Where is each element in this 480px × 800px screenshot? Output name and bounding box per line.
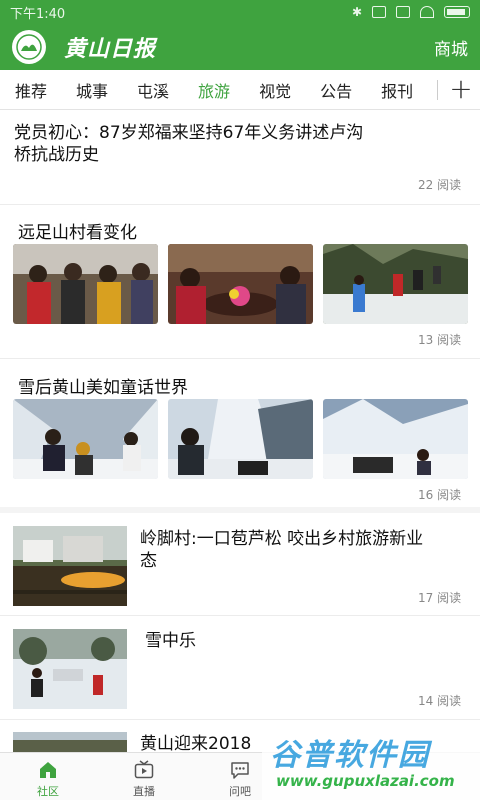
- tab-divider: [437, 80, 438, 100]
- home-icon: [40, 762, 56, 778]
- watermark: 谷普软件园 www.gupuxlazai.com: [262, 724, 480, 800]
- battery-icon: [444, 6, 470, 18]
- article-image[interactable]: [168, 399, 313, 479]
- nav-label: 社区: [37, 785, 59, 798]
- article-image[interactable]: [13, 526, 127, 606]
- article-image[interactable]: [168, 244, 313, 324]
- article-image[interactable]: [13, 732, 127, 752]
- logo-icon: [16, 34, 42, 60]
- status-icons: ✱: [352, 6, 470, 18]
- tab-travel[interactable]: 旅游: [183, 78, 230, 102]
- nav-label: 直播: [133, 785, 155, 798]
- tab-newspaper[interactable]: 报刊: [366, 78, 413, 102]
- read-count: 16 阅读: [418, 488, 462, 502]
- watermark-url: www.gupuxlazai.com: [276, 772, 455, 790]
- tab-visual[interactable]: 视觉: [244, 78, 291, 102]
- category-tabs: 推荐 城事 屯溪 旅游 视觉 公告 报刊 +: [0, 70, 480, 110]
- article-image[interactable]: [323, 399, 468, 479]
- no-sim-icon: [396, 6, 410, 18]
- tab-city[interactable]: 城事: [61, 78, 108, 102]
- bluetooth-icon: ✱: [351, 5, 362, 19]
- divider: [0, 507, 480, 513]
- status-bar: 下午1:40 ✱: [0, 0, 480, 24]
- divider: [0, 358, 480, 359]
- read-count: 17 阅读: [418, 591, 462, 605]
- read-count: 14 阅读: [418, 694, 462, 708]
- tab-tunxi[interactable]: 屯溪: [122, 78, 169, 102]
- article-title[interactable]: 雪中乐: [145, 630, 445, 652]
- add-tab-icon[interactable]: +: [447, 74, 475, 104]
- status-time: 下午1:40: [10, 6, 66, 22]
- article-image[interactable]: [13, 244, 158, 324]
- watermark-logo: 谷普软件园: [270, 738, 430, 773]
- nav-label: 问吧: [229, 785, 251, 798]
- read-count: 13 阅读: [418, 333, 462, 347]
- article-title[interactable]: 岭脚村:一口苞芦松 咬出乡村旅游新业态: [140, 528, 440, 572]
- nav-ask[interactable]: 问吧: [210, 759, 270, 799]
- article-image[interactable]: [323, 244, 468, 324]
- mall-link[interactable]: 商城: [434, 35, 468, 60]
- article-title[interactable]: 雪后黄山美如童话世界: [18, 373, 188, 398]
- article-title[interactable]: 党员初心：87岁郑福来坚持67年义务讲述卢沟桥抗战历史: [14, 122, 374, 166]
- app-header: 黄山日报 商城: [0, 24, 480, 70]
- article-image[interactable]: [13, 399, 158, 479]
- tab-recommend[interactable]: 推荐: [0, 78, 47, 102]
- app-title: 黄山日报: [64, 36, 157, 62]
- read-count: 22 阅读: [418, 178, 462, 192]
- nav-community[interactable]: 社区: [18, 759, 78, 799]
- mute-icon: [372, 6, 386, 18]
- divider: [0, 615, 480, 616]
- tab-notice[interactable]: 公告: [305, 78, 352, 102]
- divider: [0, 719, 480, 720]
- article-image[interactable]: [13, 629, 127, 709]
- wifi-icon: [420, 6, 434, 18]
- logo[interactable]: [12, 30, 46, 64]
- divider: [0, 204, 480, 205]
- chat-bubble-icon: [231, 762, 249, 779]
- nav-live[interactable]: 直播: [114, 759, 174, 799]
- tv-icon: [134, 760, 154, 779]
- article-title[interactable]: 远足山村看变化: [18, 218, 137, 243]
